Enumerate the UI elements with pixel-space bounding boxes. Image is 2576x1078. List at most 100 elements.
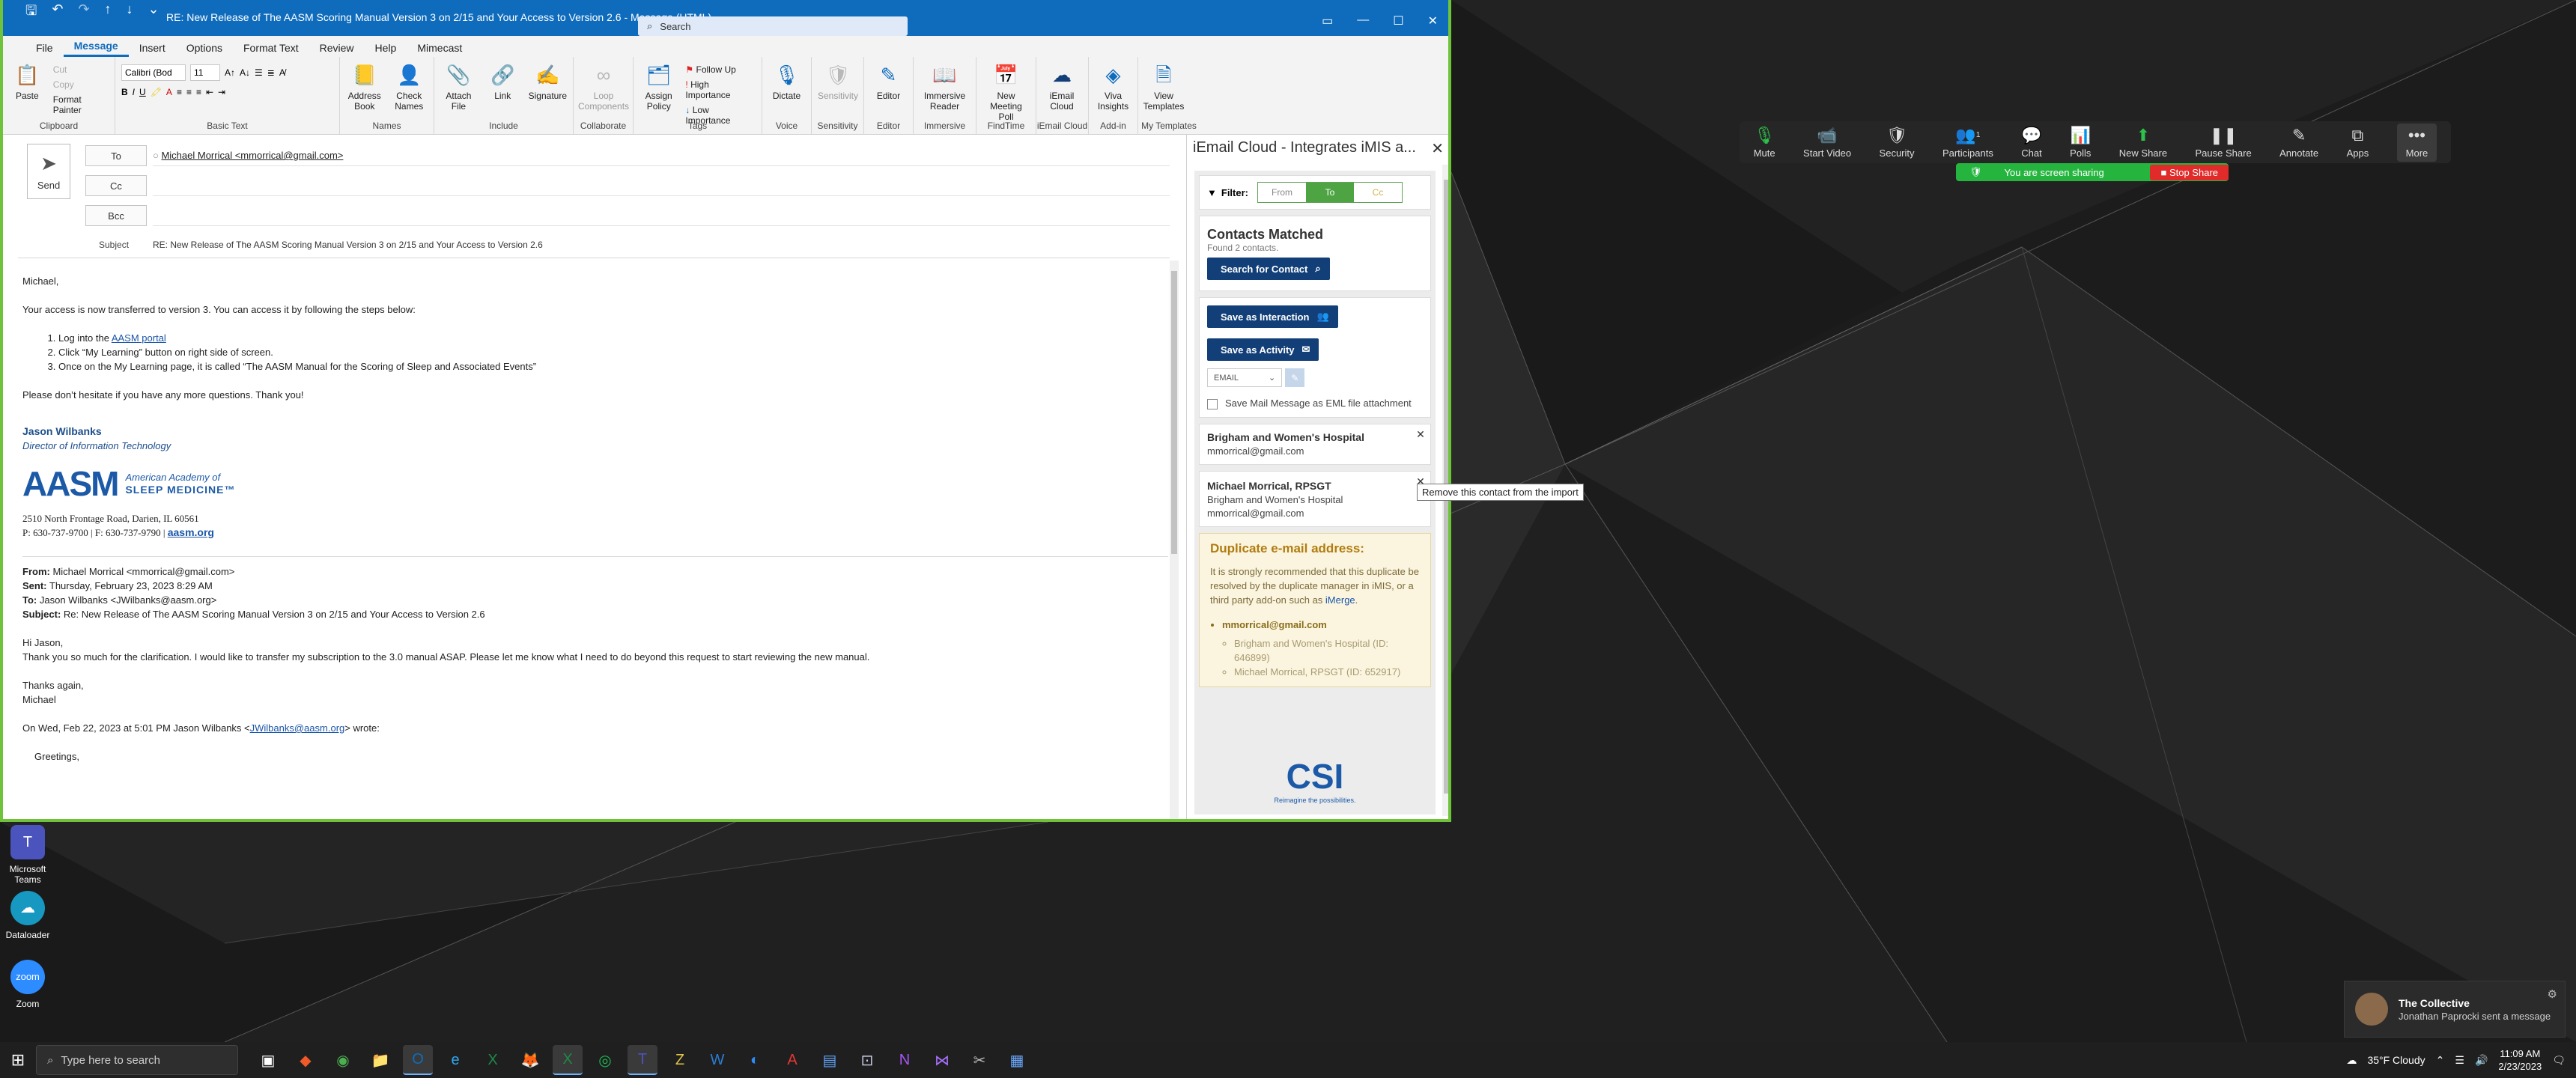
taskbar-search[interactable]: ⌕ Type here to search (36, 1045, 238, 1075)
underline-button[interactable]: U (139, 87, 146, 97)
pane-close-icon[interactable]: ✕ (1431, 139, 1444, 158)
zoom-chat-button[interactable]: 💬 Chat (2021, 126, 2041, 159)
recipient-chip[interactable]: Michael Morrical <mmorrical@gmail.com> (161, 150, 343, 161)
volume-icon[interactable]: 🔊 (2475, 1054, 2488, 1067)
weather-text[interactable]: 35°F Cloudy (2367, 1054, 2425, 1066)
tab-mimecast[interactable]: Mimecast (407, 39, 473, 57)
desktop-icon-teams[interactable]: T Microsoft Teams (4, 825, 51, 885)
indent-increase-icon[interactable]: ⇥ (218, 87, 225, 97)
grow-font-icon[interactable]: A↑ (225, 67, 235, 78)
to-field[interactable]: ○ Michael Morrical <mmorrical@gmail.com> (153, 145, 1170, 166)
ribbon-display-icon[interactable]: ▭ (1322, 13, 1333, 28)
jwilbanks-email-link[interactable]: JWilbanks@aasm.org (250, 722, 345, 734)
italic-button[interactable]: I (133, 87, 135, 97)
copy-button[interactable]: Copy (53, 79, 109, 90)
firefox-icon[interactable]: 🦊 (515, 1045, 545, 1075)
message-body[interactable]: Michael, Your access is now transferred … (22, 274, 1168, 764)
remote-desktop-icon[interactable]: ⊡ (852, 1045, 882, 1075)
save-as-interaction-button[interactable]: Save as Interaction 👥 (1207, 305, 1338, 328)
subject-field[interactable]: RE: New Release of The AASM Scoring Manu… (153, 240, 543, 250)
zoom-participants-button[interactable]: 👥 1 Participants (1942, 126, 1993, 159)
notepad-icon[interactable]: ▤ (815, 1045, 845, 1075)
tab-help[interactable]: Help (365, 39, 407, 57)
tray-chevron-icon[interactable]: ⌃ (2436, 1054, 2445, 1067)
bcc-field[interactable] (153, 205, 1170, 226)
word-icon[interactable]: W (702, 1045, 732, 1075)
align-right-icon[interactable]: ≡ (196, 87, 201, 97)
zoom-start-video-button[interactable]: 📹 Start Video (1803, 126, 1851, 159)
acrobat-icon[interactable]: A (777, 1045, 807, 1075)
teams-icon[interactable]: T (628, 1045, 657, 1075)
desktop-icon-dataloader[interactable]: ☁ Dataloader (4, 891, 51, 940)
redo-icon[interactable]: ↷ (78, 1, 89, 24)
app-window-icon[interactable]: ▦ (1002, 1045, 1032, 1075)
bold-button[interactable]: B (121, 87, 128, 97)
clear-formatting-icon[interactable]: A̸ (279, 67, 285, 78)
zoom-security-button[interactable]: 🛡 Security (1880, 126, 1915, 159)
zoom-icon[interactable]: ◐ (740, 1045, 770, 1075)
snipping-tool-icon[interactable]: ✂ (965, 1045, 994, 1075)
visual-studio-icon[interactable]: ⋈ (927, 1045, 957, 1075)
bcc-button[interactable]: Bcc (85, 205, 147, 226)
save-as-activity-button[interactable]: Save as Activity ✉ (1207, 338, 1319, 361)
close-icon[interactable]: ✕ (1428, 13, 1438, 28)
zoom-pause-share-button[interactable]: ❚❚ Pause Share (2196, 126, 2252, 159)
windows-start-icon[interactable]: ⊞ (0, 1042, 36, 1078)
font-color-icon[interactable]: A (166, 87, 172, 97)
zoom-mute-button[interactable]: 🎙 Mute (1754, 126, 1775, 159)
remove-contact-icon[interactable]: ✕ (1414, 427, 1427, 441)
send-button[interactable]: ➤ Send (27, 144, 70, 199)
shrink-font-icon[interactable]: A↓ (240, 67, 250, 78)
onenote-icon[interactable]: N (890, 1045, 920, 1075)
undo-icon[interactable]: ↶ (52, 1, 63, 24)
gear-icon[interactable]: ⚙ (2548, 987, 2557, 1001)
search-for-contact-button[interactable]: Search for Contact ⌕ (1207, 258, 1330, 280)
customize-icon[interactable]: ⌄ (148, 1, 160, 24)
cc-button[interactable]: Cc (85, 175, 147, 196)
imerge-link[interactable]: iMerge (1325, 594, 1355, 606)
zoom-annotate-button[interactable]: ✎ Annotate (2279, 126, 2318, 159)
zoom-polls-button[interactable]: 📊 Polls (2070, 126, 2091, 159)
filter-cc[interactable]: Cc (1354, 183, 1402, 202)
edit-icon[interactable]: ✎ (1285, 368, 1305, 387)
format-painter-button[interactable]: Format Painter (53, 94, 109, 115)
align-center-icon[interactable]: ≡ (186, 87, 192, 97)
up-icon[interactable]: ↑ (105, 1, 112, 24)
teams-notification[interactable]: The Collective Jonathan Paprocki sent a … (2344, 981, 2566, 1038)
font-size-box[interactable]: 11 (190, 64, 220, 81)
chrome-icon[interactable]: ◉ (328, 1045, 358, 1075)
highlight-icon[interactable]: 🖍 (151, 87, 162, 97)
excel-2-icon[interactable]: X (553, 1045, 583, 1075)
search-box[interactable]: ⌕ Search (638, 16, 908, 36)
minimize-icon[interactable]: — (1357, 13, 1369, 28)
zoom-more-button[interactable]: ••• More (2396, 123, 2437, 162)
indent-decrease-icon[interactable]: ⇤ (206, 87, 213, 97)
numbering-icon[interactable]: ≣ (267, 67, 275, 78)
outlook-icon[interactable]: O (403, 1045, 433, 1075)
file-explorer-icon[interactable]: 📁 (365, 1045, 395, 1075)
to-button[interactable]: To (85, 145, 147, 166)
scrollbar-thumb[interactable] (1171, 271, 1177, 554)
tab-options[interactable]: Options (176, 39, 233, 57)
tab-message[interactable]: Message (63, 37, 129, 57)
save-icon[interactable]: 🖫 (25, 1, 37, 24)
tab-file[interactable]: File (25, 39, 64, 57)
tab-format-text[interactable]: Format Text (233, 39, 309, 57)
follow-up-button[interactable]: ⚑ Follow Up (685, 64, 756, 75)
bullets-icon[interactable]: ☰ (255, 67, 263, 78)
align-left-icon[interactable]: ≡ (177, 87, 182, 97)
task-view-icon[interactable]: ▣ (253, 1045, 283, 1075)
down-icon[interactable]: ↓ (127, 1, 133, 24)
excel-icon[interactable]: X (478, 1045, 508, 1075)
zoom-apps-button[interactable]: ⧉ Apps (2347, 126, 2369, 159)
tab-insert[interactable]: Insert (129, 39, 176, 57)
cut-button[interactable]: Cut (53, 64, 109, 75)
tab-review[interactable]: Review (309, 39, 365, 57)
zoom-new-share-button[interactable]: ⬆ New Share (2119, 126, 2167, 159)
filezilla-icon[interactable]: Z (665, 1045, 695, 1075)
body-scrollbar[interactable] (1170, 261, 1179, 819)
filter-to[interactable]: To (1306, 183, 1354, 202)
desktop-icon-zoom[interactable]: zoom Zoom (4, 960, 51, 1009)
maximize-icon[interactable]: ☐ (1393, 13, 1403, 28)
network-icon[interactable]: ☰ (2455, 1054, 2464, 1067)
